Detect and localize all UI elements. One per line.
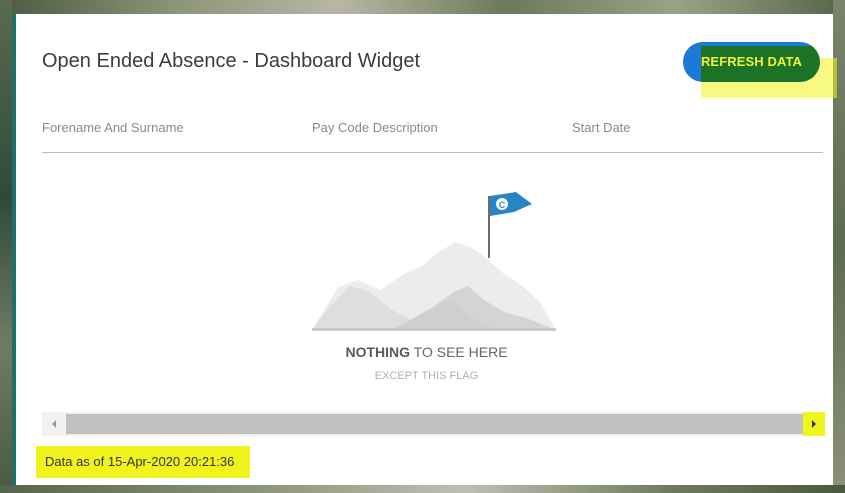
widget-title: Open Ended Absence - Dashboard Widget [42,50,421,72]
empty-state-illustration: C [308,182,560,337]
mountain-flag-icon: C [312,192,556,331]
horizontal-scrollbar[interactable] [42,412,825,436]
refresh-data-label: REFRESH DATA [700,54,803,69]
background-photo-top [0,0,845,14]
data-as-of-timestamp: Data as of 15-Apr-2020 20:21:36 [45,454,235,469]
refresh-data-button[interactable]: REFRESH DATA [683,42,820,82]
column-header-start-date[interactable]: Start Date [572,120,631,135]
column-header-pay-code[interactable]: Pay Code Description [312,120,438,135]
scroll-right-arrow[interactable] [803,412,825,436]
column-header-name[interactable]: Forename And Surname [42,120,184,135]
background-photo-bottom [0,485,845,493]
empty-state-title: NOTHING TO SEE HERE [16,344,837,360]
dashboard-widget-card: Open Ended Absence - Dashboard Widget RE… [12,14,837,485]
empty-state-subtitle: EXCEPT THIS FLAG [374,370,479,382]
desktop-background: Open Ended Absence - Dashboard Widget RE… [0,0,845,493]
caret-left-icon [52,420,56,428]
empty-state-title-strong: NOTHING [345,344,411,360]
header-divider [42,152,823,153]
caret-right-icon [812,420,816,428]
scroll-left-arrow[interactable] [42,412,66,436]
background-photo-left [0,0,12,493]
scrollbar-thumb[interactable] [66,414,803,434]
empty-state-title-rest: TO SEE HERE [410,344,508,360]
flag-letter: C [499,200,506,210]
